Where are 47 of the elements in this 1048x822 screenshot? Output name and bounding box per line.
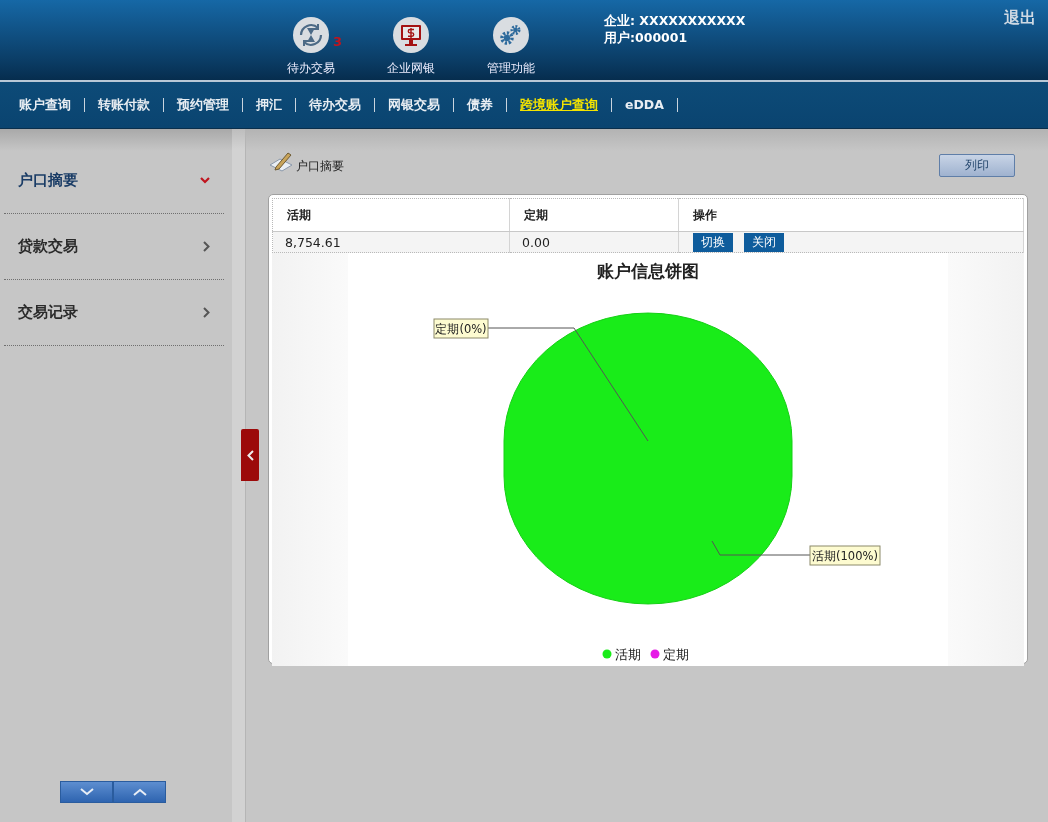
chevron-right-icon — [203, 307, 210, 318]
nav-item[interactable]: 账户查询 — [6, 98, 85, 112]
sidebar-item-label: 交易记录 — [18, 303, 78, 322]
legend-label[interactable]: 定期 — [663, 647, 689, 662]
chevron-down-icon — [200, 177, 210, 184]
data-label: 定期(0%) — [433, 318, 489, 339]
nav-item[interactable]: 待办交易 — [296, 98, 375, 112]
scroll-down-button[interactable] — [60, 781, 113, 803]
scroll-up-button[interactable] — [113, 781, 166, 803]
legend-label[interactable]: 活期 — [615, 647, 641, 662]
company-name: 企业: XXXXXXXXXXX — [604, 12, 746, 29]
sidebar-item-label: 户口摘要 — [18, 171, 78, 190]
chevron-down-icon — [79, 788, 94, 796]
nav-item[interactable]: 转账付款 — [85, 98, 164, 112]
page-title: 户口摘要 — [296, 158, 344, 175]
data-label: 活期(100%) — [809, 545, 881, 566]
user-id: 用户:000001 — [604, 29, 689, 46]
chevron-up-icon — [132, 788, 147, 796]
nav-item[interactable]: eDDA — [612, 98, 678, 112]
sidebar-item[interactable]: 户口摘要 — [4, 148, 224, 214]
gears-icon[interactable] — [492, 16, 530, 54]
print-button[interactable]: 列印 — [939, 154, 1015, 177]
shortcut-label[interactable]: 管理功能 — [487, 60, 535, 77]
action-button[interactable]: 关闭 — [744, 232, 784, 252]
collapse-sidebar-button[interactable] — [241, 429, 259, 481]
table-cell: 8,754.61 — [272, 231, 510, 253]
shortcut-label[interactable]: 企业网银 — [387, 60, 435, 77]
table-header-cell: 操作 — [678, 198, 1024, 232]
nav-item[interactable]: 押汇 — [243, 98, 296, 112]
logout-link[interactable]: 退出 — [1004, 8, 1036, 29]
chart-title: 账户信息饼图 — [597, 261, 699, 281]
nav-item[interactable]: 网银交易 — [375, 98, 454, 112]
chevron-left-icon — [246, 449, 254, 461]
nav-item[interactable]: 跨境账户查询 — [507, 98, 612, 112]
hourglass-refresh-icon[interactable] — [292, 16, 330, 54]
sidebar-item-label: 贷款交易 — [18, 237, 78, 256]
monitor-dollar-icon[interactable] — [392, 16, 430, 54]
nav-item[interactable]: 预约管理 — [164, 98, 243, 112]
nav-item[interactable]: 债券 — [454, 98, 507, 112]
table-header-cell: 定期 — [509, 198, 679, 232]
sidebar-item[interactable]: 交易记录 — [4, 280, 224, 346]
chevron-right-icon — [203, 241, 210, 252]
action-button[interactable]: 切换 — [693, 232, 733, 252]
count-label: 3 — [333, 34, 343, 49]
shortcut-label[interactable]: 待办交易 — [287, 60, 335, 77]
table-header-cell: 活期 — [272, 198, 510, 232]
sidebar-item[interactable]: 贷款交易 — [4, 214, 224, 280]
